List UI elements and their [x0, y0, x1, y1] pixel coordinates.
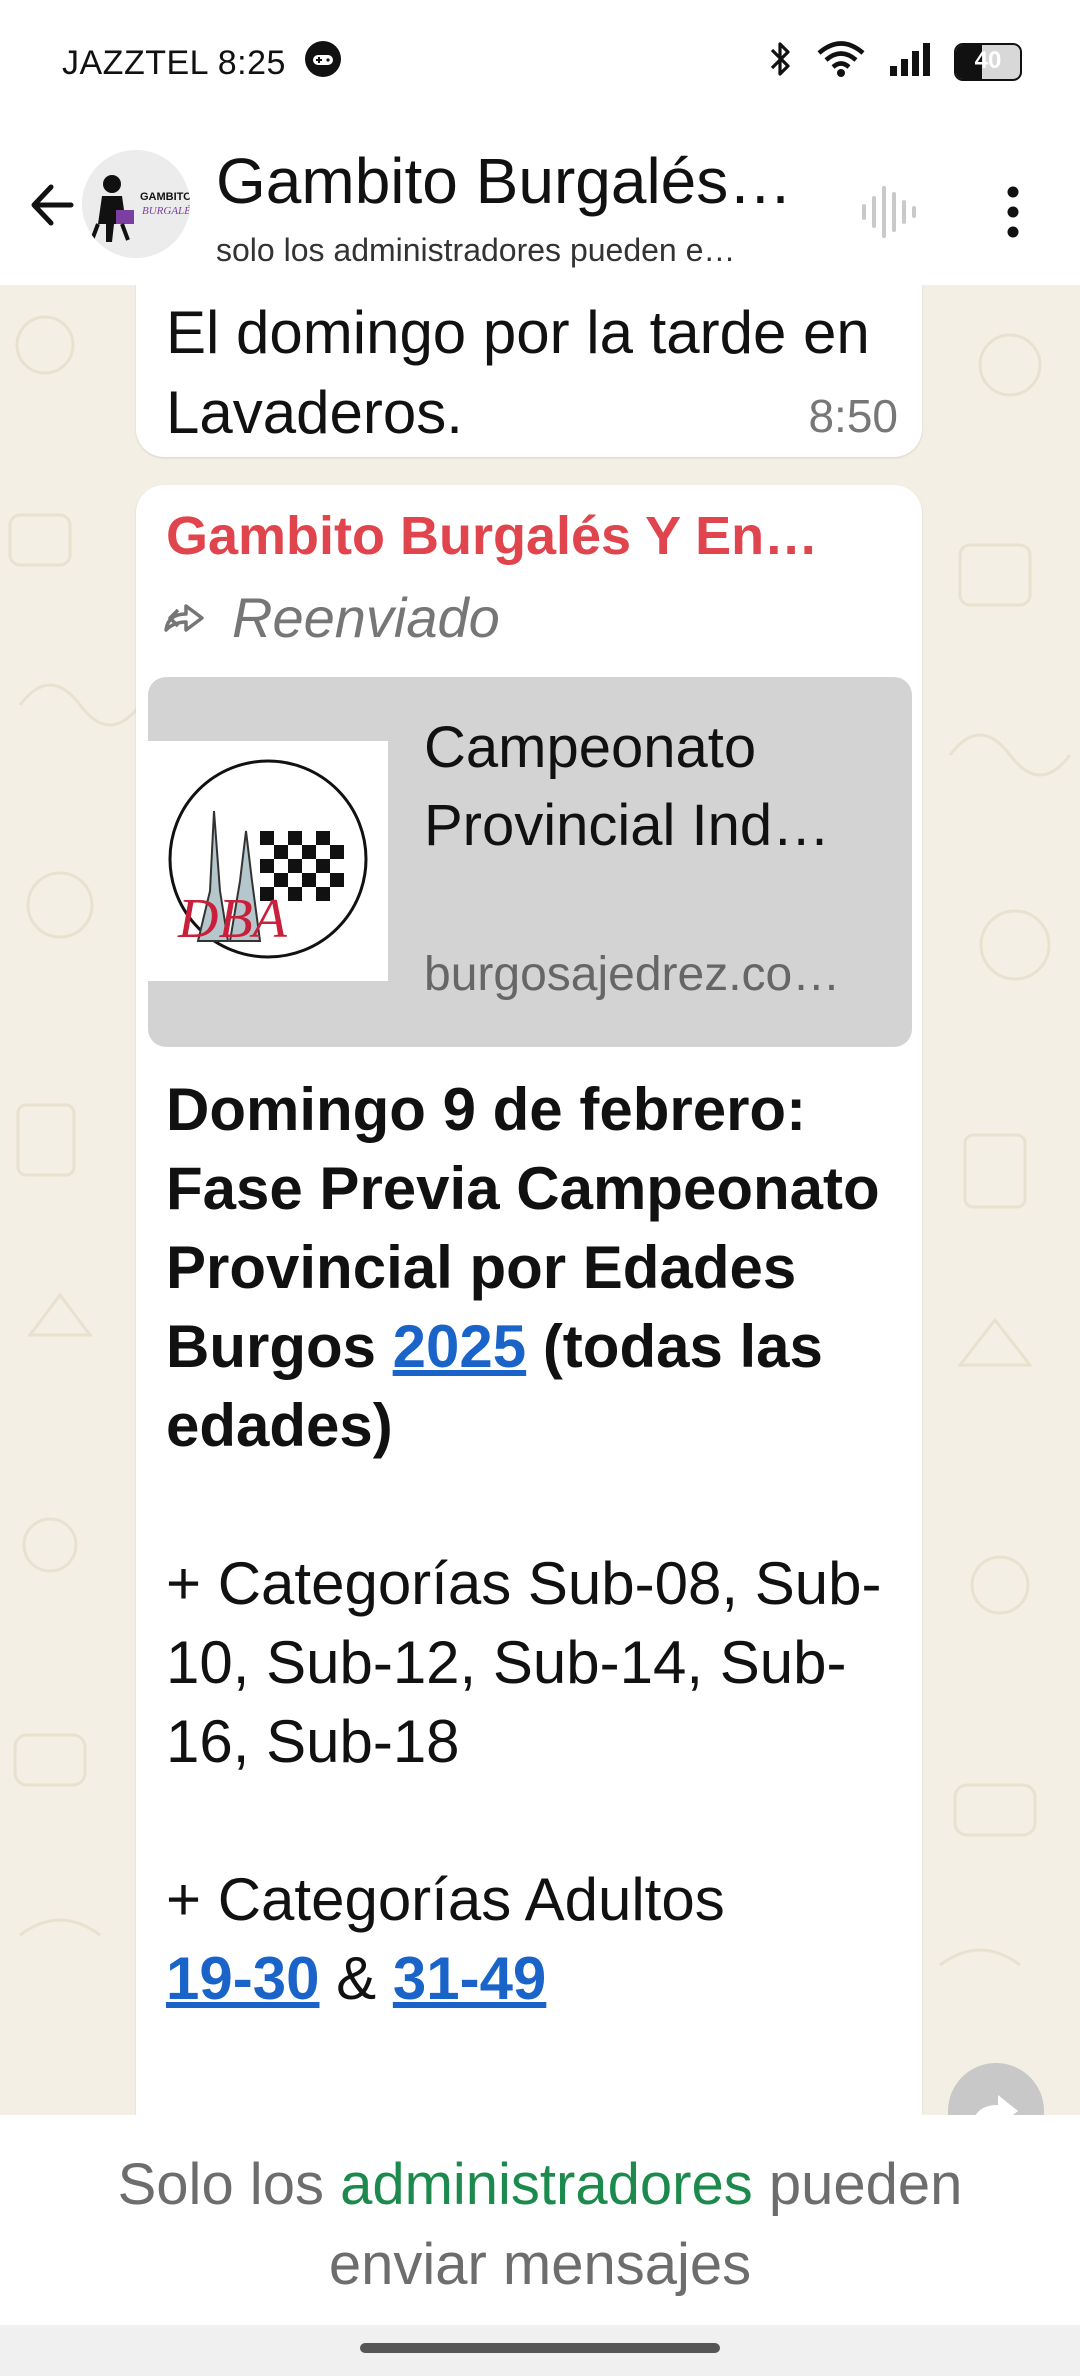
- overflow-menu-button[interactable]: [978, 172, 1048, 252]
- adult-amp: &: [336, 1945, 377, 2012]
- categories-young: + Categorías Sub-08, Sub-10, Sub-12, Sub…: [166, 1550, 882, 1775]
- system-nav-bar: [0, 2325, 1080, 2376]
- status-bar: JAZZTEL 8:25 40: [0, 0, 1080, 130]
- chat-area[interactable]: El domingo por la tarde en Lavaderos. 8:…: [0, 285, 1080, 2115]
- gesture-handle[interactable]: [360, 2343, 720, 2353]
- admins-link[interactable]: administradores: [340, 2152, 753, 2217]
- arrow-left-icon: [31, 184, 74, 226]
- forward-arrow-icon: [975, 2095, 1018, 2115]
- link-preview-card[interactable]: DBA Campeonato Provincial Ind… burgosaje…: [148, 677, 912, 1047]
- message-time: 8:50: [808, 390, 898, 442]
- dba-acronym: DBA: [177, 888, 288, 950]
- link-preview-title[interactable]: Campeonato Provincial Ind…: [424, 709, 884, 865]
- forwarded-message-bubble[interactable]: Gambito Burgalés Y En… Reenviado DBA Cam…: [136, 485, 922, 2115]
- bluetooth-icon: [768, 40, 794, 83]
- more-vertical-icon: [1007, 186, 1019, 238]
- avatar-logo-line2: BURGALÉS: [142, 205, 190, 217]
- forwarded-text: Reenviado: [232, 586, 500, 649]
- link-preview-domain: burgosajedrez.co…: [424, 948, 841, 1001]
- gamepad-icon: [304, 40, 342, 87]
- group-avatar[interactable]: GAMBITO BURGALÉS: [82, 150, 190, 258]
- chat-title[interactable]: Gambito Burgalés Y En…: [216, 144, 806, 218]
- battery-icon: 40: [954, 42, 1022, 81]
- wifi-icon: [816, 40, 866, 83]
- categories-adult: + Categorías Adultos 19-30 & 31-49: [166, 1860, 906, 2018]
- forwarded-label: Reenviado: [162, 585, 500, 650]
- admin-only-footer: Solo los administradores pueden enviar m…: [0, 2115, 1080, 2325]
- adult-link-31-49[interactable]: 31-49: [393, 1945, 546, 2012]
- sender-name[interactable]: Gambito Burgalés Y En…: [166, 505, 866, 567]
- footer-text-before: Solo los: [117, 2152, 324, 2217]
- message-body: Domingo 9 de febrero: Fase Previa Campeo…: [166, 1070, 906, 2018]
- footer-notice: Solo los administradores pueden enviar m…: [40, 2145, 1040, 2305]
- voice-chat-button[interactable]: [848, 172, 928, 252]
- message-text: El domingo por la tarde en Lavaderos.: [166, 299, 870, 446]
- chat-subtitle[interactable]: solo los administradores pueden e…: [216, 232, 816, 269]
- avatar-logo-line1: GAMBITO: [140, 191, 190, 203]
- carrier-time: JAZZTEL 8:25: [62, 44, 286, 82]
- status-right: 40: [768, 40, 1022, 83]
- year-link[interactable]: 2025: [393, 1313, 526, 1380]
- message-bubble[interactable]: El domingo por la tarde en Lavaderos. 8:…: [136, 285, 922, 457]
- signal-icon: [888, 40, 932, 83]
- audio-waveform-icon: [862, 186, 916, 238]
- back-button[interactable]: [18, 170, 88, 240]
- link-preview-thumbnail: DBA: [148, 741, 388, 981]
- link-title-line1: Campeonato: [424, 715, 757, 780]
- message-bold-paragraph: Domingo 9 de febrero: Fase Previa Campeo…: [166, 1070, 906, 1465]
- categories-adult-prefix: + Categorías Adultos: [166, 1866, 725, 1933]
- chat-header: GAMBITO BURGALÉS Gambito Burgalés Y En… …: [0, 130, 1080, 286]
- battery-level: 40: [974, 46, 1002, 74]
- link-title-line2: Provincial Ind…: [424, 793, 831, 858]
- forwarded-icon: [164, 603, 204, 632]
- status-left: JAZZTEL 8:25: [62, 40, 342, 87]
- adult-link-19-30[interactable]: 19-30: [166, 1945, 319, 2012]
